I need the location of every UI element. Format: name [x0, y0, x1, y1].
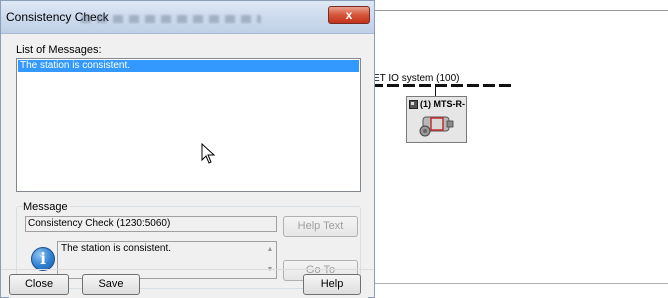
save-button[interactable]: Save [82, 274, 140, 295]
device-image-icon [419, 116, 454, 137]
device-node[interactable]: (1) MTS-R- [406, 96, 467, 143]
info-icon: i [31, 247, 55, 271]
io-system-bus-line[interactable] [371, 84, 511, 87]
screen: ET IO system (100) (1) MTS-R- Consistenc… [0, 0, 668, 298]
canvas-top-border [371, 10, 668, 11]
device-label: (1) MTS-R- [420, 99, 465, 109]
messages-list[interactable]: The station is consistent. [16, 58, 361, 192]
dialog-body: List of Messages: The station is consist… [9, 34, 368, 298]
dialog-titlebar[interactable]: Consistency Check x [1, 1, 374, 34]
scroll-up-icon[interactable]: ▲ [265, 245, 275, 255]
list-item[interactable]: The station is consistent. [18, 60, 359, 72]
button-row-divider [1, 269, 374, 270]
close-button[interactable]: Close [9, 274, 69, 295]
device-module-icon [409, 99, 418, 109]
help-button[interactable]: Help [303, 274, 361, 295]
network-view-canvas[interactable] [371, 0, 668, 298]
message-id-field: Consistency Check (1230:5060) [25, 216, 277, 232]
message-text: The station is consistent. [61, 243, 172, 254]
mouse-cursor-icon [201, 143, 216, 164]
titlebar-blur [81, 15, 261, 23]
device-header: (1) MTS-R- [409, 98, 465, 110]
consistency-check-dialog: Consistency Check x List of Messages: Th… [0, 0, 375, 298]
close-window-button[interactable]: x [328, 6, 370, 24]
help-text-button[interactable]: Help Text [283, 216, 358, 237]
message-group-label: Message [23, 201, 70, 213]
io-system-label: ET IO system (100) [373, 73, 460, 84]
canvas-bottom-border [371, 283, 668, 284]
list-of-messages-label: List of Messages: [16, 44, 102, 56]
scroll-down-icon[interactable]: ▼ [265, 265, 275, 275]
